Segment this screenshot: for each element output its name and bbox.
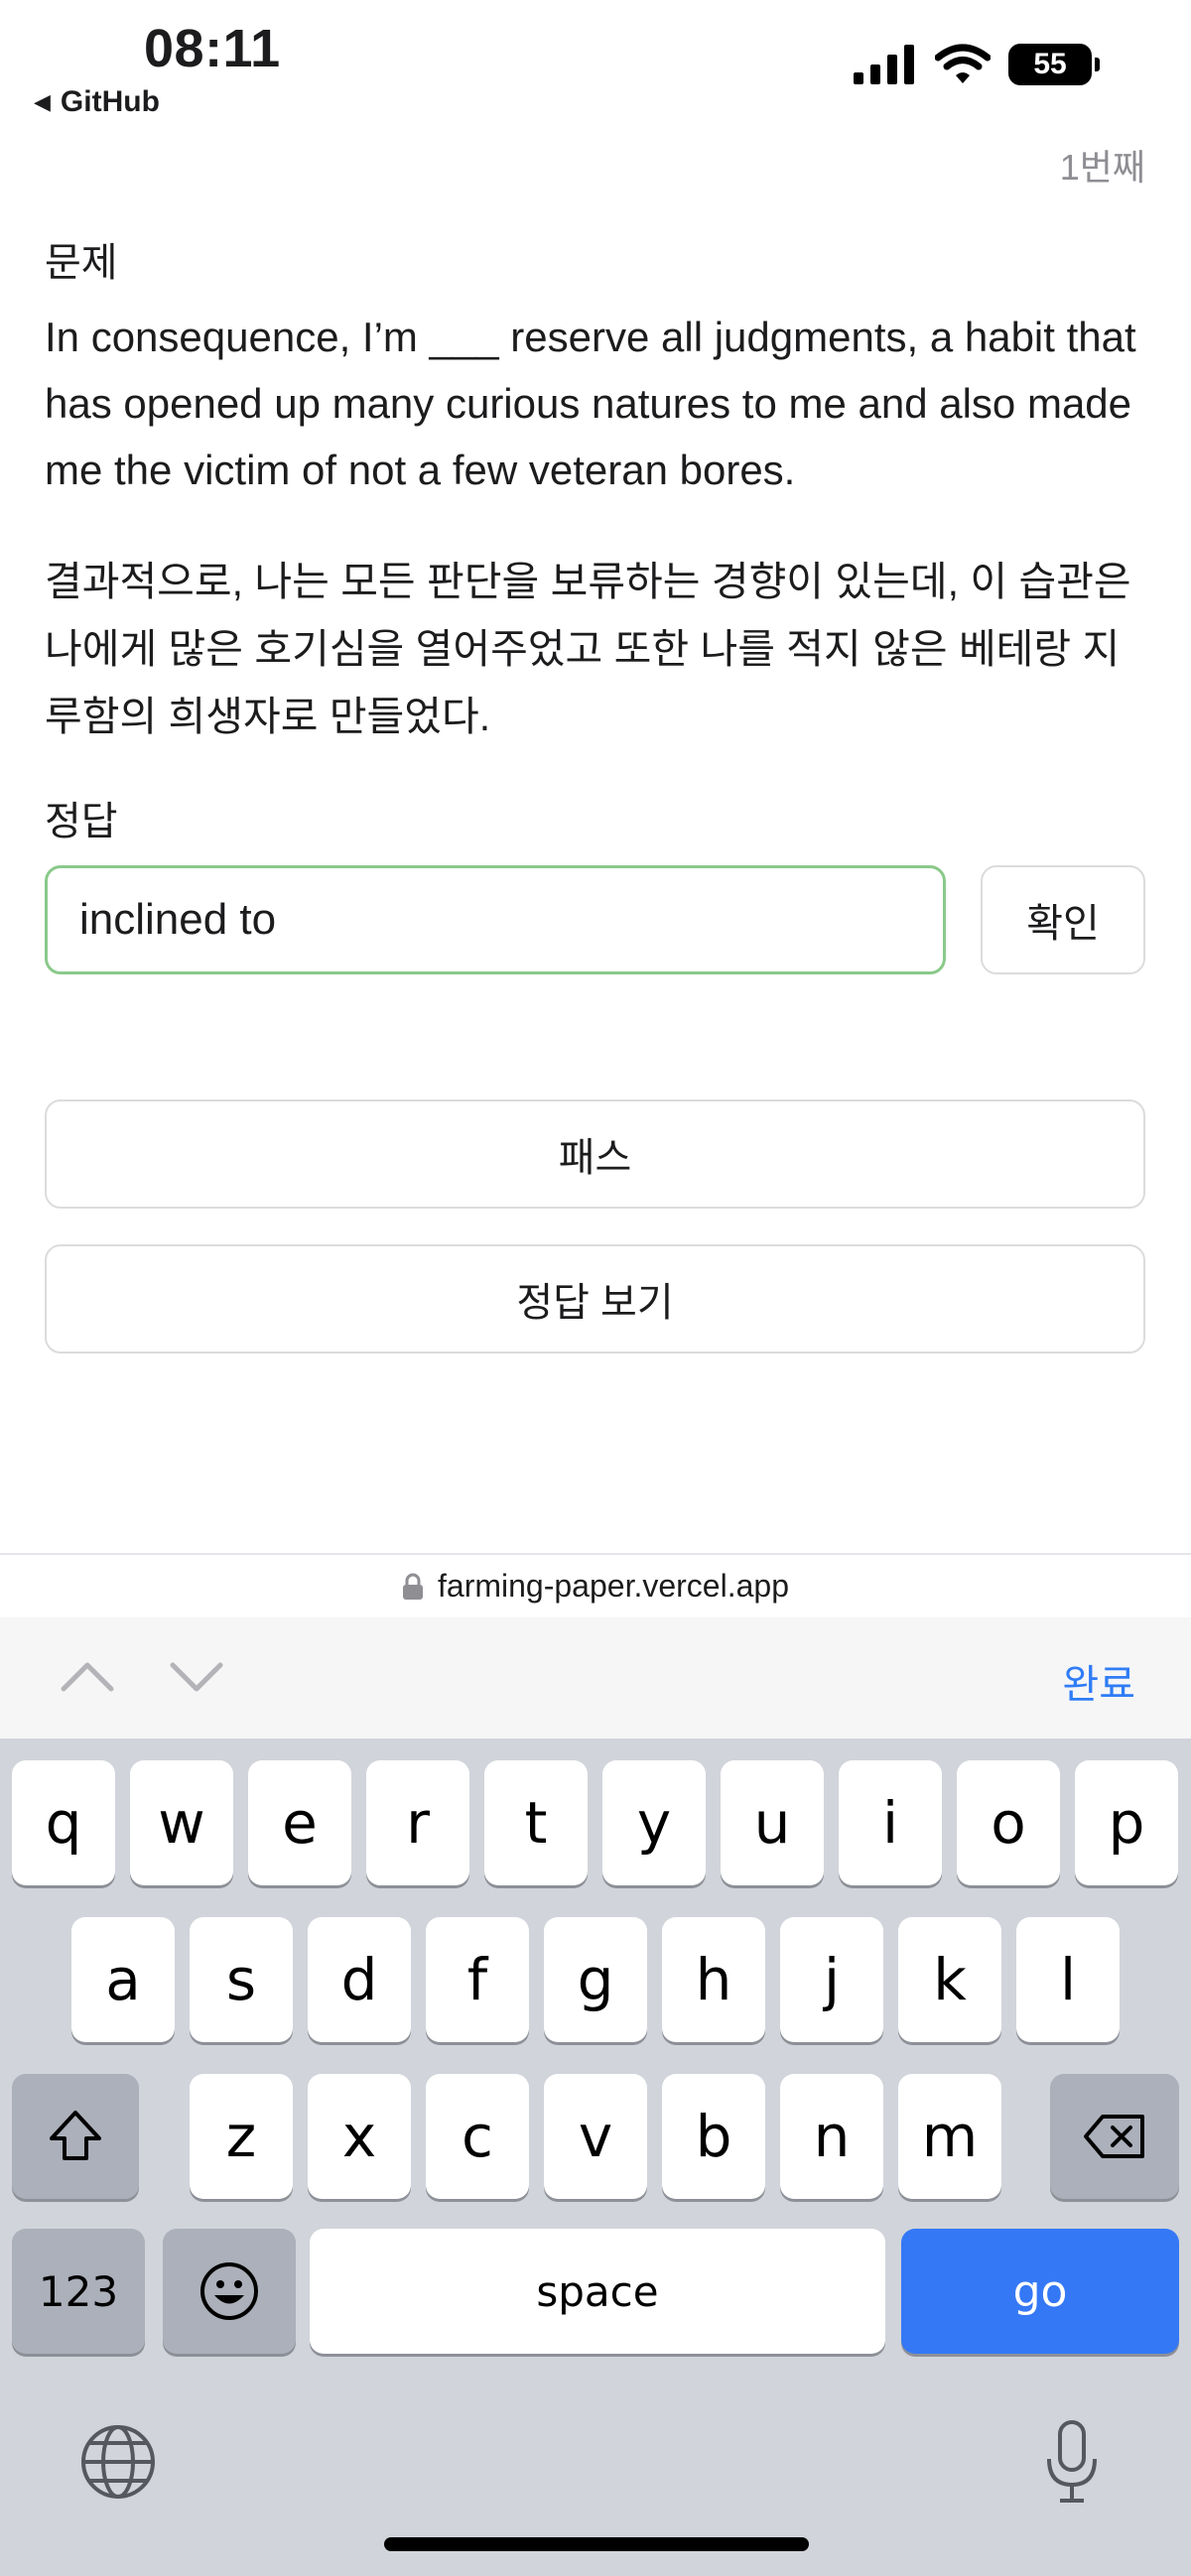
url-bar[interactable]: farming-paper.vercel.app [0, 1553, 1191, 1617]
question-label: 문제 [45, 241, 118, 285]
key-o[interactable]: o [957, 1760, 1060, 1885]
chevron-down-icon[interactable] [167, 1647, 226, 1707]
key-y[interactable]: y [602, 1760, 706, 1885]
question-counter: 1번째 [1059, 147, 1145, 188]
key-l[interactable]: l [1016, 1917, 1120, 2042]
key-s[interactable]: s [190, 1917, 293, 2042]
key-k[interactable]: k [898, 1917, 1001, 2042]
back-triangle-icon: ◀ [34, 89, 51, 114]
key-h[interactable]: h [662, 1917, 765, 2042]
shift-key[interactable] [12, 2074, 139, 2199]
backspace-key[interactable] [1050, 2074, 1179, 2199]
key-b[interactable]: b [662, 2074, 765, 2199]
key-j[interactable]: j [780, 1917, 883, 2042]
status-indicators: 55 [854, 44, 1100, 85]
question-english-text: In consequence, I’m ___ reserve all judg… [45, 314, 1136, 493]
back-app-label: GitHub [60, 85, 160, 118]
key-x[interactable]: x [308, 2074, 411, 2199]
question-korean-translation: 결과적으로, 나는 모든 판단을 보류하는 경향이 있는데, 이 습관은 나에게… [45, 559, 1131, 739]
battery-indicator: 55 [1008, 44, 1100, 85]
numbers-key[interactable]: 123 [12, 2229, 145, 2354]
done-button[interactable]: 완료 [1062, 1652, 1135, 1710]
key-e[interactable]: e [248, 1760, 351, 1885]
show-answer-button[interactable]: 정답 보기 [45, 1244, 1145, 1353]
key-u[interactable]: u [721, 1760, 824, 1885]
key-a[interactable]: a [71, 1917, 175, 2042]
key-g[interactable]: g [544, 1917, 647, 2042]
space-key[interactable]: space [310, 2229, 885, 2354]
key-c[interactable]: c [426, 2074, 529, 2199]
key-v[interactable]: v [544, 2074, 647, 2199]
chevron-up-icon[interactable] [58, 1647, 117, 1707]
url-text: farming-paper.vercel.app [438, 1568, 789, 1604]
key-w[interactable]: w [130, 1760, 233, 1885]
globe-icon[interactable] [79, 2423, 157, 2501]
cellular-signal-icon [854, 45, 914, 84]
backspace-icon [1084, 2115, 1144, 2158]
back-to-app-link[interactable]: ◀ GitHub [34, 85, 160, 119]
lock-icon [403, 1573, 424, 1600]
key-n[interactable]: n [780, 2074, 883, 2199]
go-key[interactable]: go [901, 2229, 1179, 2354]
key-i[interactable]: i [839, 1760, 942, 1885]
wifi-icon [935, 44, 991, 83]
answer-input[interactable] [45, 865, 946, 974]
microphone-icon[interactable] [1044, 2419, 1100, 2505]
key-r[interactable]: r [366, 1760, 469, 1885]
emoji-key[interactable] [163, 2229, 296, 2354]
keyboard: q w e r t y u i o p a s d f g h j k l z … [0, 1739, 1191, 2576]
emoji-icon [200, 2262, 258, 2320]
key-z[interactable]: z [190, 2074, 293, 2199]
confirm-button[interactable]: 확인 [981, 865, 1145, 974]
home-indicator[interactable] [384, 2537, 809, 2551]
answer-label: 정답 [45, 800, 118, 843]
key-m[interactable]: m [898, 2074, 1001, 2199]
key-d[interactable]: d [308, 1917, 411, 2042]
pass-button[interactable]: 패스 [45, 1099, 1145, 1209]
key-q[interactable]: q [12, 1760, 115, 1885]
status-time: 08:11 [144, 19, 281, 78]
key-p[interactable]: p [1075, 1760, 1178, 1885]
key-t[interactable]: t [484, 1760, 588, 1885]
key-f[interactable]: f [426, 1917, 529, 2042]
shift-arrow-icon [50, 2111, 101, 2160]
